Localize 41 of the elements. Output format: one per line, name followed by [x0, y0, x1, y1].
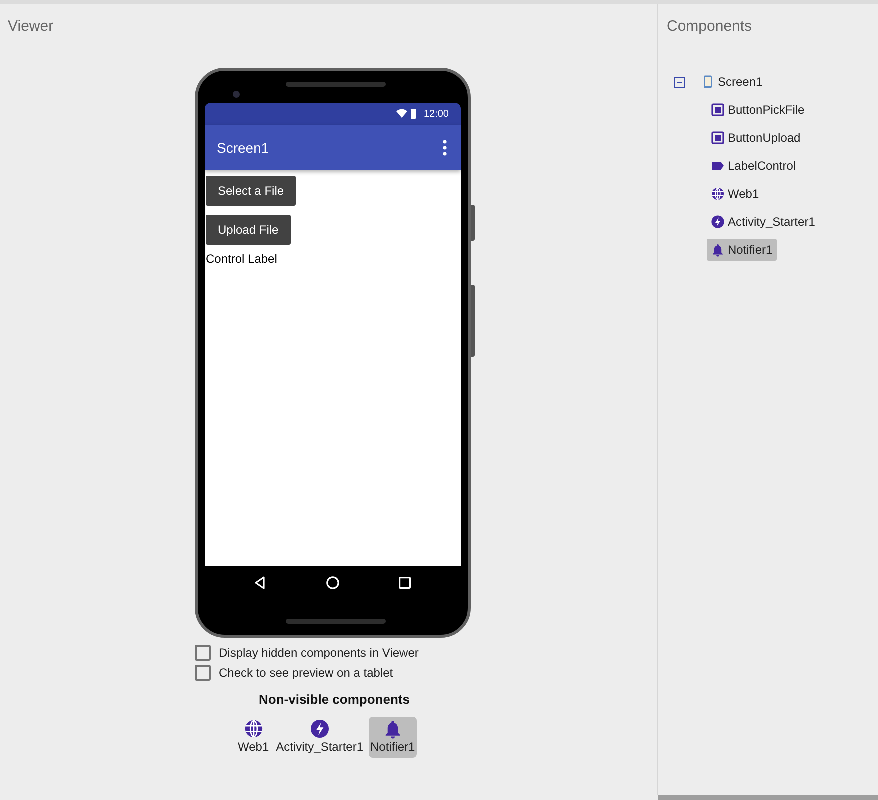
square-icon — [711, 131, 725, 145]
bell-icon — [711, 243, 725, 257]
component-item[interactable]: Activity_Starter1 — [274, 717, 366, 758]
wifi-battery-icon — [396, 108, 418, 120]
panel-title: Viewer — [7, 17, 55, 37]
tree-item[interactable]: Web1 — [707, 183, 764, 205]
square-icon — [711, 103, 725, 117]
tree-item[interactable]: ButtonUpload — [707, 127, 805, 149]
component-label: Activity_Starter1 — [276, 740, 364, 754]
status-time: 12:00 — [424, 108, 449, 120]
component-label: Notifier1 — [370, 740, 416, 754]
app-button[interactable]: Select a File — [206, 176, 296, 206]
tree-item[interactable]: Activity_Starter1 — [707, 211, 820, 233]
globe-icon — [711, 187, 725, 201]
lightning-icon — [310, 719, 330, 739]
checkbox[interactable] — [195, 665, 211, 681]
tree-item[interactable]: Notifier1 — [707, 239, 777, 261]
checkbox-label: Check to see preview on a tablet — [219, 666, 394, 680]
tree-item[interactable]: LabelControl — [707, 155, 800, 177]
panel-title: Components — [666, 17, 754, 37]
globe-icon — [244, 719, 264, 739]
phone-icon — [701, 75, 715, 89]
camera-dot — [233, 91, 240, 98]
app-title: Screen1 — [217, 140, 270, 156]
checkbox-label: Display hidden components in Viewer — [219, 646, 419, 660]
recents-icon[interactable] — [398, 576, 412, 590]
component-item[interactable]: Notifier1 — [368, 717, 418, 758]
app-label: Control Label — [206, 252, 278, 266]
checkbox[interactable] — [195, 645, 211, 661]
tree-item[interactable]: ButtonPickFile — [707, 99, 809, 121]
component-item[interactable]: Web1 — [236, 717, 272, 758]
app-button[interactable]: Upload File — [206, 215, 291, 245]
back-icon[interactable] — [254, 576, 268, 590]
component-label: Web1 — [238, 740, 270, 754]
more-icon[interactable] — [443, 140, 447, 156]
section-title: Non-visible components — [259, 692, 411, 707]
tag-icon — [711, 159, 725, 173]
home-icon[interactable] — [326, 576, 340, 590]
tree-item[interactable]: Screen1 — [697, 71, 767, 93]
collapse-icon[interactable] — [674, 76, 685, 88]
lightning-icon — [711, 215, 725, 229]
